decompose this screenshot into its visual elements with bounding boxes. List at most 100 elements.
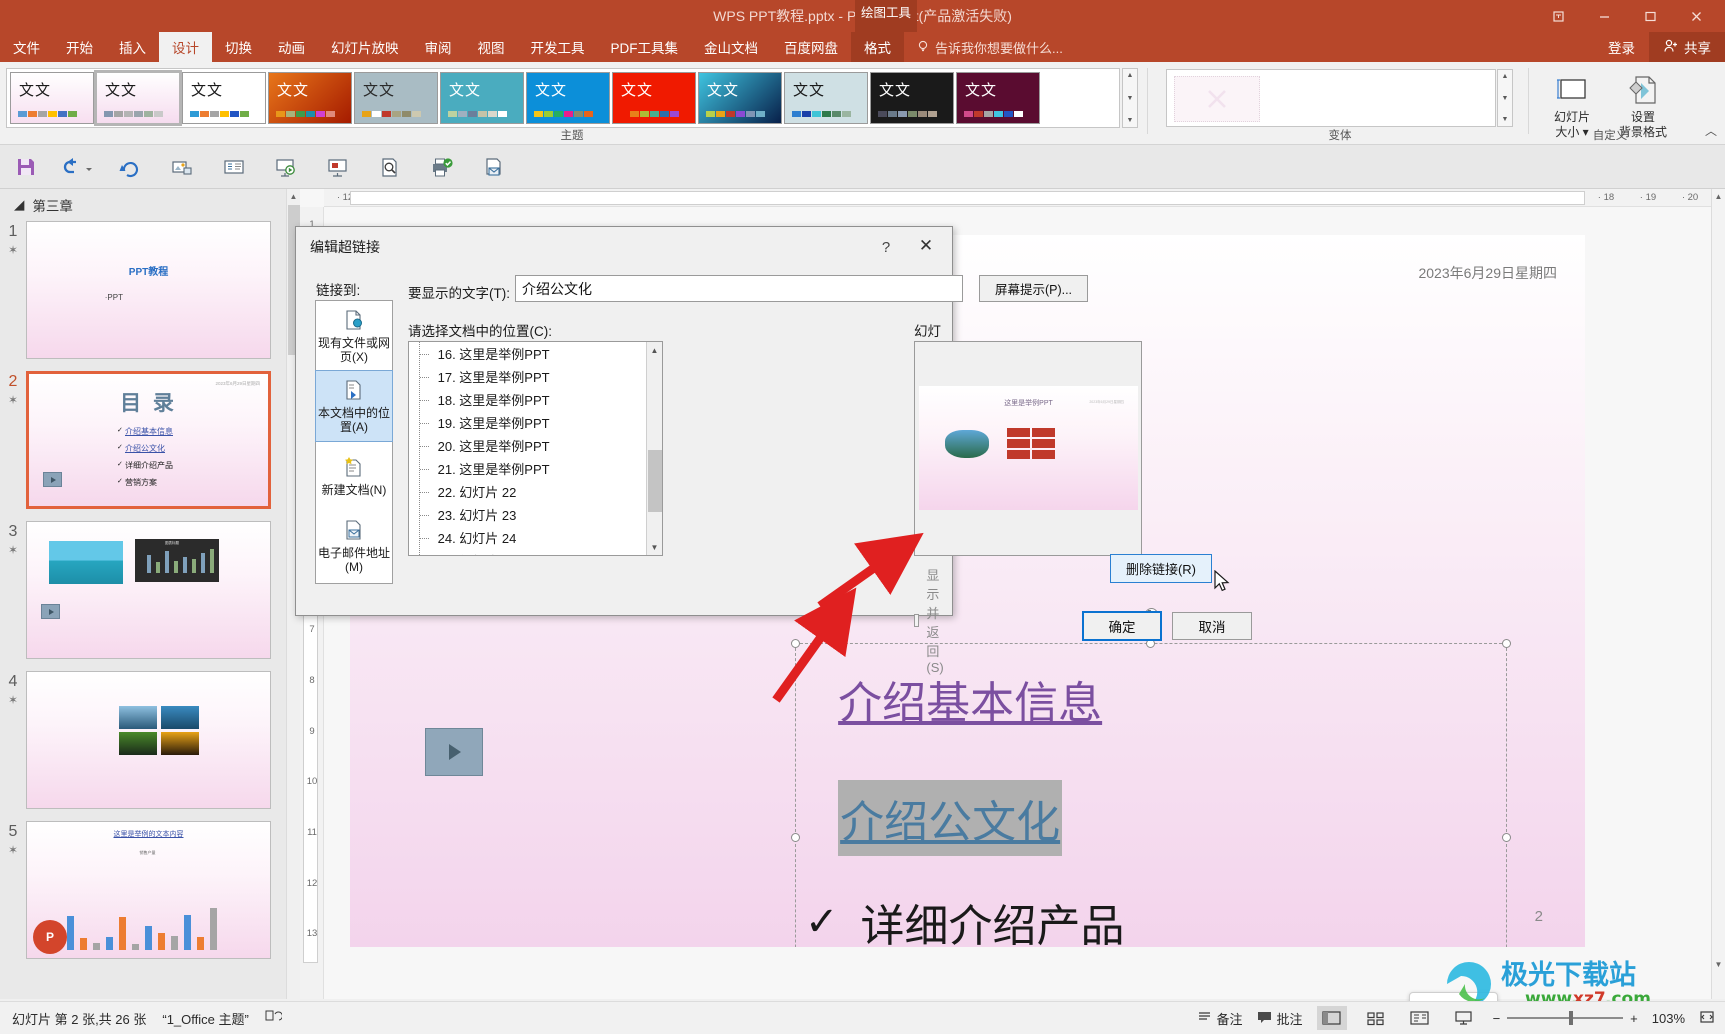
fit-to-window-icon[interactable] (1699, 1009, 1715, 1028)
scroll-up-icon[interactable]: ▲ (1127, 70, 1134, 81)
zoom-in-button[interactable]: + (1630, 1011, 1638, 1026)
slide-thumbnail[interactable]: 这里是举例的文本内容 销售产量 P (26, 821, 271, 959)
close-x-icon[interactable]: ✕ (908, 233, 944, 259)
print-preview-icon[interactable] (364, 145, 416, 189)
location-item[interactable]: 16. 这里是举例PPT (409, 342, 662, 365)
variants-gallery[interactable] (1166, 69, 1496, 127)
theme-thumbnail-3[interactable]: 文文 (268, 72, 352, 124)
scroll-down-icon[interactable]: ▼ (1712, 957, 1725, 971)
location-item[interactable]: 24. 幻灯片 24 (409, 526, 662, 549)
location-item[interactable]: 19. 这里是举例PPT (409, 411, 662, 434)
resize-handle-e[interactable] (1502, 833, 1511, 842)
location-item[interactable]: 20. 这里是举例PPT (409, 434, 662, 457)
list-item[interactable]: 5 ✶ 这里是举例的文本内容 销售产量 P (0, 821, 300, 959)
category-existing-file[interactable]: 现有文件或网页(X) (316, 301, 392, 371)
present-current-icon[interactable] (312, 145, 364, 189)
scroll-down-icon[interactable]: ▼ (647, 539, 662, 555)
location-item[interactable]: 18. 这里是举例PPT (409, 388, 662, 411)
quick-print-icon[interactable] (416, 145, 468, 189)
bullet-label[interactable]: 介绍基本信息 (838, 667, 1102, 731)
slide-sorter-button[interactable] (1361, 1006, 1391, 1030)
list-item[interactable]: 4 ✶ (0, 671, 300, 809)
scrollbar-thumb[interactable] (648, 450, 662, 512)
theme-gallery[interactable]: 文文 文文 文文 文文 文文 文文 文文 文文 文文 文文 文文 文文 (6, 68, 1120, 128)
scroll-down-icon[interactable]: ▼ (1127, 93, 1134, 104)
category-new-document[interactable]: 新建文档(N) (316, 441, 392, 511)
variants-scrollbar[interactable]: ▲ ▼ ▼ (1497, 69, 1513, 127)
tab-file[interactable]: 文件 (0, 32, 53, 62)
slide-thumbnail[interactable]: PPT教程 ·PPT (26, 221, 271, 359)
scroll-up-icon[interactable]: ▲ (1502, 71, 1509, 82)
theme-thumbnail-5[interactable]: 文文 (440, 72, 524, 124)
triangle-collapse-icon[interactable]: ◢ (14, 197, 24, 213)
share-button[interactable]: 共享 (1649, 32, 1725, 62)
edit-hyperlink-dialog[interactable]: 编辑超链接 ? ✕ 链接到: 现有文件或网页(X) 本文档中的位置(A) 新建文… (295, 226, 1252, 675)
tab-view[interactable]: 视图 (465, 32, 518, 62)
document-location-list[interactable]: 16. 这里是举例PPT 17. 这里是举例PPT 18. 这里是举例PPT 19. … (408, 341, 663, 556)
tab-pdf-tools[interactable]: PDF工具集 (598, 32, 692, 62)
zoom-out-button[interactable]: − (1493, 1011, 1501, 1026)
display-text-input[interactable] (515, 275, 963, 302)
slide-thumbnail-selected[interactable]: 2023年6月29日星期四 目 录 介绍基本信息 ✓ 介绍公文化 ✓ 详细介绍产… (26, 371, 271, 509)
cancel-button[interactable]: 取消 (1172, 612, 1252, 640)
remove-link-button[interactable]: 删除链接(R) (1110, 554, 1212, 583)
chevron-up-icon[interactable]: ︿ (1705, 122, 1717, 139)
restore-down-icon[interactable] (1535, 0, 1581, 32)
horizontal-ruler[interactable]: · 12· 11· 10· 9· 8· 7· 6· 5· 4· 3· 2· 1▽… (324, 189, 1711, 207)
location-item[interactable]: 25. 幻灯片 25 (409, 549, 662, 555)
resize-handle-nw[interactable] (791, 639, 800, 648)
ok-button[interactable]: 确定 (1082, 611, 1162, 641)
tab-kingsoft-docs[interactable]: 金山文档 (691, 32, 771, 62)
login-button[interactable]: 登录 (1594, 37, 1649, 57)
theme-thumbnail-4[interactable]: 文文 (354, 72, 438, 124)
tab-format[interactable]: 格式 (851, 32, 904, 62)
more-icon[interactable]: ▼ (1502, 114, 1509, 125)
language-icon[interactable] (265, 1009, 283, 1027)
bullet-item-0[interactable]: 介绍基本信息 (805, 667, 1102, 731)
bullet-label[interactable]: 介绍公文化 (838, 780, 1063, 856)
theme-gallery-scrollbar[interactable]: ▲ ▼ ▼ (1122, 68, 1138, 128)
scroll-up-icon[interactable]: ▲ (647, 342, 662, 358)
slide-thumbnail[interactable] (26, 671, 271, 809)
theme-thumbnail-2[interactable]: 文文 (182, 72, 266, 124)
bullet-item-1[interactable]: 介绍公文化 (805, 780, 1063, 856)
tab-baidu-netdisk[interactable]: 百度网盘 (771, 32, 851, 62)
tab-review[interactable]: 审阅 (412, 32, 465, 62)
scroll-up-icon[interactable]: ▲ (287, 189, 300, 203)
redo-icon[interactable] (104, 145, 156, 189)
location-item[interactable]: 23. 幻灯片 23 (409, 503, 662, 526)
tell-me-box[interactable]: 告诉我你想要做什么... (904, 32, 1063, 62)
notes-button[interactable]: 备注 (1197, 1009, 1243, 1028)
bullet-label[interactable]: 详细介绍产品 (861, 890, 1125, 947)
show-and-return-checkbox[interactable] (914, 613, 920, 627)
location-item[interactable]: 22. 幻灯片 22 (409, 480, 662, 503)
slideshow-view-button[interactable] (1449, 1006, 1479, 1030)
resize-handle-w[interactable] (791, 833, 800, 842)
show-and-return-row[interactable]: 显示并返回(S) (914, 565, 952, 675)
undo-icon[interactable] (52, 145, 104, 189)
slideshow-icon[interactable] (260, 145, 312, 189)
slide-thumbnail[interactable]: 图表标题 (26, 521, 271, 659)
normal-view-button[interactable] (1316, 1006, 1347, 1030)
minimize-icon[interactable] (1581, 0, 1627, 32)
more-icon[interactable]: ▼ (1127, 115, 1134, 126)
comments-button[interactable]: 批注 (1257, 1009, 1303, 1028)
close-icon[interactable] (1673, 0, 1719, 32)
editor-vertical-scrollbar[interactable]: ▲ ▼ (1711, 189, 1725, 999)
email-icon[interactable] (468, 145, 520, 189)
zoom-track[interactable] (1507, 1011, 1624, 1025)
location-item[interactable]: 21. 这里是举例PPT (409, 457, 662, 480)
theme-thumbnail-9[interactable]: 文文 (784, 72, 868, 124)
category-email-address[interactable]: 电子邮件地址(M) (316, 511, 392, 581)
present-icon[interactable] (156, 145, 208, 189)
category-place-in-document[interactable]: 本文档中的位置(A) (315, 370, 393, 442)
list-item[interactable]: 1 ✶ PPT教程 ·PPT (0, 221, 300, 359)
play-triangle-icon[interactable] (425, 728, 483, 776)
list-item[interactable]: 3 ✶ 图表标题 (0, 521, 300, 659)
theme-thumbnail-1[interactable]: 文文 (94, 70, 182, 126)
tab-transitions[interactable]: 切换 (212, 32, 265, 62)
tab-insert[interactable]: 插入 (106, 32, 159, 62)
location-list-scrollbar[interactable]: ▲ ▼ (646, 342, 662, 555)
tab-animations[interactable]: 动画 (265, 32, 318, 62)
section-header[interactable]: ◢ 第三章 (0, 189, 300, 221)
